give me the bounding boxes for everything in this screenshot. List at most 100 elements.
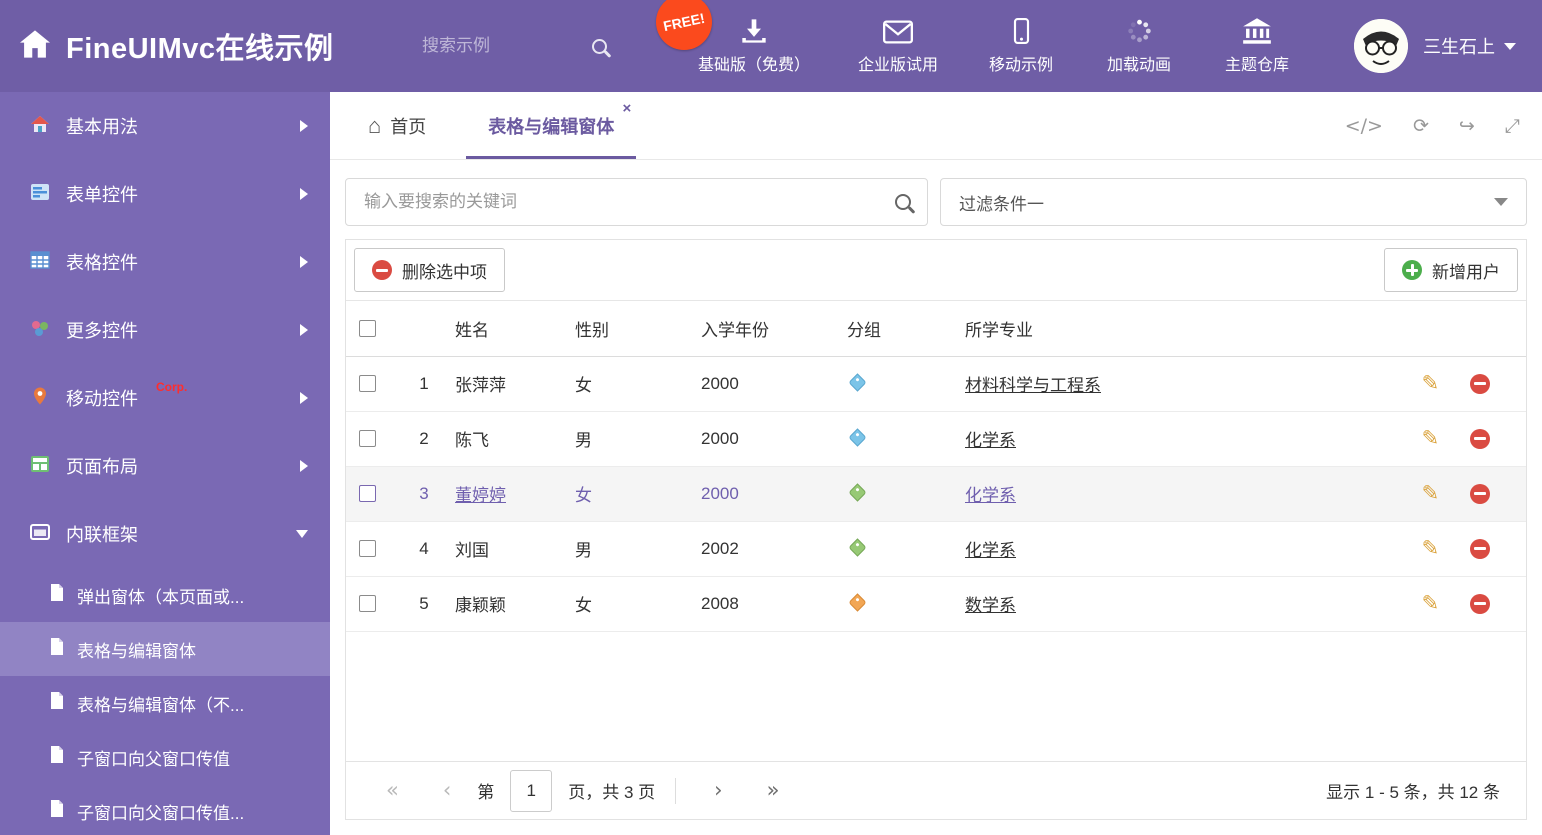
file-icon — [50, 800, 64, 822]
sidebar-item-more-controls[interactable]: 更多控件 — [0, 296, 330, 364]
search-icon[interactable] — [592, 38, 607, 54]
sidebar-item-basic-usage[interactable]: 基本用法 — [0, 92, 330, 160]
row-checkbox[interactable] — [359, 540, 376, 557]
keyword-search-box — [345, 178, 928, 226]
cell-name: 董婷婷 — [454, 466, 574, 522]
close-icon[interactable]: × — [623, 101, 632, 116]
table-icon — [30, 250, 50, 274]
tab-home[interactable]: ⌂ 首页 — [346, 92, 448, 159]
row-number: 2 — [394, 411, 454, 467]
sidebar-item-form-controls[interactable]: 表单控件 — [0, 160, 330, 228]
expand-icon[interactable]: ⤢ — [1505, 115, 1520, 137]
edit-icon[interactable]: ✎ — [1422, 426, 1440, 451]
logo-area[interactable]: FineUIMvc在线示例 — [0, 25, 420, 67]
edit-icon[interactable]: ✎ — [1422, 591, 1440, 616]
tag-icon — [848, 482, 867, 502]
cell-name: 康颖颖 — [454, 576, 574, 632]
refresh-icon[interactable]: ⟳ — [1413, 115, 1429, 137]
delete-row-icon[interactable] — [1470, 483, 1490, 504]
file-icon — [50, 638, 64, 660]
sidebar-subitem-child-to-parent-2[interactable]: 子窗口向父窗口传值... — [0, 784, 330, 835]
row-checkbox[interactable] — [359, 430, 376, 447]
chevron-down-icon — [296, 530, 308, 538]
nav-item-loading-animation[interactable]: 加载动画 — [1104, 18, 1174, 75]
filter-dropdown[interactable]: 过滤条件一 — [940, 178, 1527, 226]
table-row[interactable]: 4 刘国 男 2002 化学系 ✎ — [346, 521, 1526, 577]
next-page-icon[interactable]: › — [714, 780, 722, 801]
sidebar-subitem-child-to-parent[interactable]: 子窗口向父窗口传值 — [0, 730, 330, 784]
sidebar-subitem-popup-window[interactable]: 弹出窗体（本页面或... — [0, 568, 330, 622]
nav-item-mobile-demo[interactable]: 移动示例 — [986, 17, 1056, 75]
nav-item-label: 移动示例 — [989, 56, 1054, 74]
cell-name: 陈飞 — [454, 411, 574, 467]
code-icon[interactable]: </> — [1345, 115, 1383, 137]
major-link[interactable]: 化学系 — [965, 486, 1016, 505]
sidebar-item-page-layout[interactable]: 页面布局 — [0, 432, 330, 500]
cell-year: 2000 — [700, 411, 846, 467]
keyword-search-input[interactable] — [362, 191, 885, 213]
add-user-button[interactable]: 新增用户 — [1384, 248, 1518, 292]
edit-icon[interactable]: ✎ — [1422, 481, 1440, 506]
mobile-icon — [1013, 17, 1030, 44]
tab-bar: ⌂ 首页 表格与编辑窗体 × </> ⟳ ↪ ⤢ — [330, 92, 1542, 160]
row-checkbox[interactable] — [359, 375, 376, 392]
envelope-icon — [883, 19, 914, 44]
major-link[interactable]: 化学系 — [965, 541, 1016, 560]
prev-page-icon[interactable]: ‹ — [443, 780, 451, 801]
table-row[interactable]: 3 董婷婷 女 2000 化学系 ✎ — [346, 466, 1526, 522]
plus-circle-icon — [1402, 260, 1422, 280]
last-page-icon[interactable]: » — [767, 780, 780, 801]
sidebar-item-label: 基本用法 — [66, 117, 138, 137]
sidebar-item-label: 内联框架 — [66, 525, 138, 545]
sidebar-subitem-label: 表格与编辑窗体 — [77, 641, 196, 661]
delete-selected-button[interactable]: 删除选中项 — [354, 248, 505, 292]
sidebar-item-mobile-controls[interactable]: 移动控件 Corp. — [0, 364, 330, 432]
chevron-right-icon — [300, 188, 308, 200]
delete-row-icon[interactable] — [1470, 593, 1490, 614]
delete-row-icon[interactable] — [1470, 373, 1490, 394]
sidebar-item-inline-frame[interactable]: 内联框架 — [0, 500, 330, 568]
corp-badge: Corp. — [156, 380, 188, 394]
header-search-input[interactable] — [420, 35, 570, 57]
cell-year: 2000 — [700, 466, 846, 522]
home-icon — [30, 115, 50, 138]
major-link[interactable]: 化学系 — [965, 431, 1016, 450]
sidebar-subitem-grid-edit-window-no[interactable]: 表格与编辑窗体（不... — [0, 676, 330, 730]
delete-row-icon[interactable] — [1470, 538, 1490, 559]
table-row[interactable]: 5 康颖颖 女 2008 数学系 ✎ — [346, 576, 1526, 632]
free-badge: FREE! — [650, 0, 718, 55]
forward-icon[interactable]: ↪ — [1459, 115, 1475, 137]
table-row[interactable]: 2 陈飞 男 2000 化学系 ✎ — [346, 411, 1526, 467]
major-link[interactable]: 材料科学与工程系 — [965, 376, 1101, 395]
data-grid: 姓名 性别 入学年份 分组 所学专业 1 张萍萍 女 2000 材料科学与工程系… — [346, 301, 1526, 632]
home-icon: ⌂ — [368, 112, 382, 138]
edit-icon[interactable]: ✎ — [1422, 536, 1440, 561]
user-menu[interactable]: 三生石上 — [1423, 33, 1516, 59]
nav-item-enterprise-trial[interactable]: 企业版试用 — [858, 19, 938, 75]
layout-icon — [30, 455, 50, 478]
nav-item-basic-edition[interactable]: FREE! 基础版（免费） — [650, 0, 810, 75]
add-button-label: 新增用户 — [1432, 262, 1500, 282]
user-avatar[interactable] — [1354, 19, 1408, 73]
column-header-major: 所学专业 — [964, 301, 1386, 357]
row-checkbox[interactable] — [359, 485, 376, 502]
delete-row-icon[interactable] — [1470, 428, 1490, 449]
filter-dropdown-value: 过滤条件一 — [959, 194, 1044, 214]
select-all-checkbox[interactable] — [359, 319, 376, 337]
tag-icon — [848, 537, 867, 557]
cell-gender: 女 — [574, 576, 700, 632]
search-icon[interactable] — [895, 194, 911, 210]
sidebar-item-grid-controls[interactable]: 表格控件 — [0, 228, 330, 296]
table-row[interactable]: 1 张萍萍 女 2000 材料科学与工程系 ✎ — [346, 356, 1526, 412]
major-link[interactable]: 数学系 — [965, 596, 1016, 615]
first-page-icon[interactable]: « — [386, 780, 399, 801]
app-title: FineUIMvc在线示例 — [66, 33, 334, 65]
row-checkbox[interactable] — [359, 595, 376, 612]
sidebar-subitem-grid-edit-window[interactable]: 表格与编辑窗体 — [0, 622, 330, 676]
delete-button-label: 删除选中项 — [402, 262, 487, 282]
edit-icon[interactable]: ✎ — [1422, 371, 1440, 396]
tab-grid-edit-window[interactable]: 表格与编辑窗体 × — [466, 92, 637, 159]
nav-item-theme-repository[interactable]: 主题仓库 — [1222, 17, 1292, 75]
page-number-input[interactable] — [510, 769, 553, 812]
page-prefix-label: 第 — [477, 783, 495, 802]
